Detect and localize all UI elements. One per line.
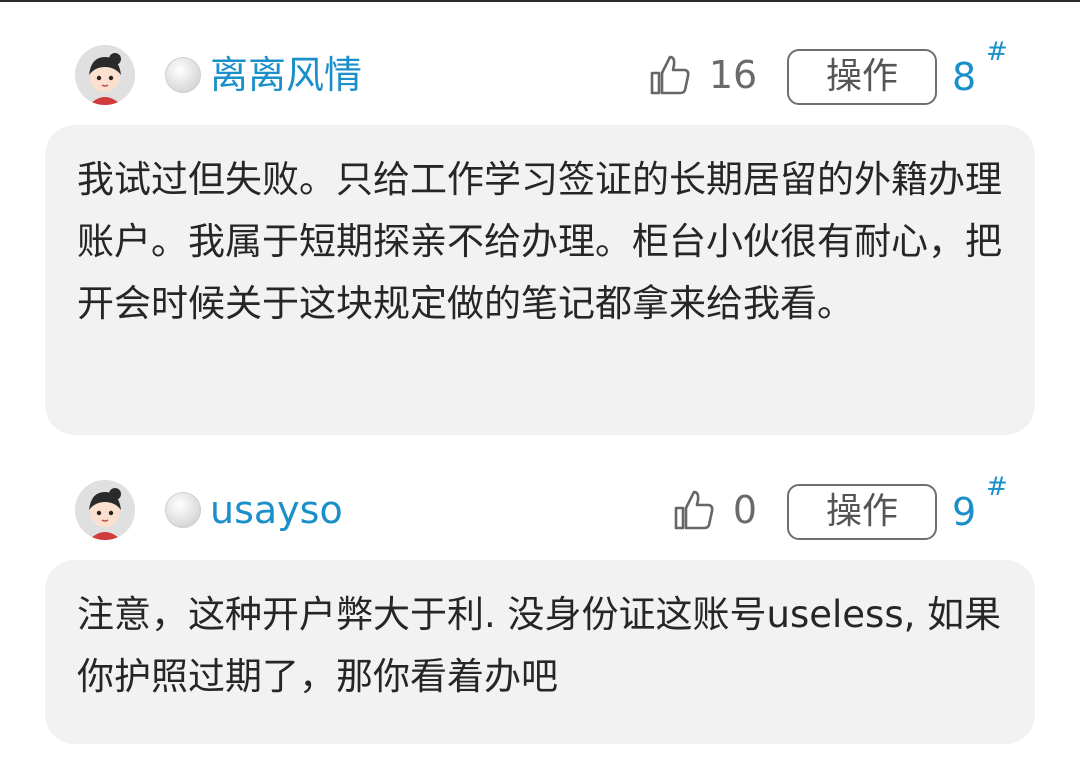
floor-number: 9	[952, 490, 977, 534]
comment-header: 离离风情 16 操作 8 #	[0, 37, 1080, 115]
comment-header: usayso 0 操作 9 #	[0, 472, 1080, 550]
action-button[interactable]: 操作	[787, 49, 937, 105]
comment-content: 注意，这种开户弊大于利. 没身份证这账号useless, 如果你护照过期了，那你…	[77, 593, 1002, 698]
like-count: 0	[732, 488, 758, 532]
floor-mark: #	[986, 37, 1008, 67]
username[interactable]: 离离风情	[210, 47, 362, 103]
offline-status-icon	[165, 57, 201, 93]
like-count: 16	[708, 53, 758, 97]
comment-content: 我试过但失败。只给工作学习签证的长期居留的外籍办理账户。我属于短期探亲不给办理。…	[77, 158, 1002, 325]
floor-number: 8	[952, 55, 977, 99]
comment-bubble: 注意，这种开户弊大于利. 没身份证这账号useless, 如果你护照过期了，那你…	[45, 560, 1035, 744]
top-divider	[0, 0, 1080, 2]
offline-status-icon	[165, 492, 201, 528]
action-button[interactable]: 操作	[787, 484, 937, 540]
thumbs-up-icon[interactable]	[648, 53, 692, 97]
cartoon-avatar-icon[interactable]	[75, 45, 135, 105]
floor-mark: #	[986, 472, 1008, 502]
comment-bubble: 我试过但失败。只给工作学习签证的长期居留的外籍办理账户。我属于短期探亲不给办理。…	[45, 125, 1035, 435]
thumbs-up-icon[interactable]	[672, 488, 716, 532]
cartoon-avatar-icon[interactable]	[75, 480, 135, 540]
username[interactable]: usayso	[210, 482, 343, 538]
